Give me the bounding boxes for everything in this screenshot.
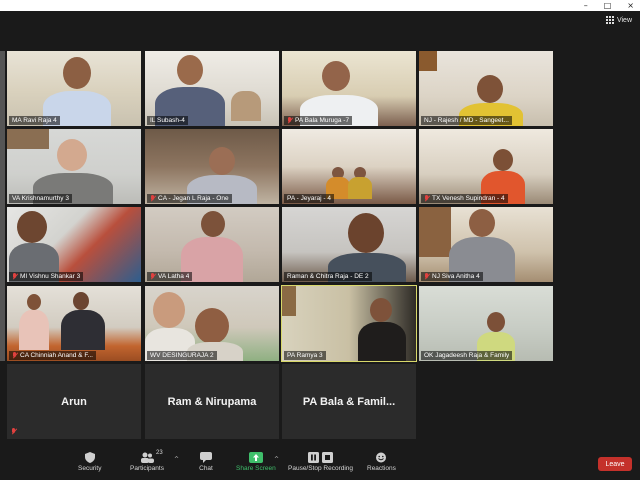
- security-label: Security: [78, 465, 102, 472]
- leave-button[interactable]: Leave: [598, 457, 632, 471]
- close-icon[interactable]: ×: [627, 0, 634, 11]
- window-controls: – □ ×: [584, 0, 634, 11]
- participant-name: TX Venesh Supindran - 4: [432, 195, 505, 202]
- participants-count: 23: [156, 450, 163, 456]
- participant-name: IL Subash-4: [150, 117, 185, 124]
- participant-display-name: Ram & Nirupama: [167, 395, 257, 408]
- video-tile[interactable]: VA Latha 4: [145, 207, 279, 282]
- camera-off-tile[interactable]: Ram & Nirupama: [145, 364, 279, 439]
- mic-muted-icon: [150, 273, 156, 280]
- participant-name: WV DESINGURAJA 2: [150, 352, 214, 359]
- participant-name: Raman & Chitra Raja - DE 2: [287, 273, 369, 280]
- participant-name-tag: MI Vishnu Shankar 3: [9, 272, 84, 281]
- pause-stop-recording-button[interactable]: Pause/Stop Recording: [288, 452, 353, 472]
- participant-name: NJ Siva Anitha 4: [432, 273, 480, 280]
- video-tile[interactable]: TX Venesh Supindran - 4: [419, 129, 553, 204]
- participant-name: MA Ravi Raja 4: [12, 117, 57, 124]
- video-tile[interactable]: CA Chinniah Anand & F...: [7, 286, 141, 361]
- participant-name: CA - Jegan L Raja - One: [158, 195, 229, 202]
- video-tile[interactable]: MI Vishnu Shankar 3: [7, 207, 141, 282]
- grid-view-icon: [605, 16, 614, 24]
- participants-icon: [140, 452, 154, 463]
- video-tile[interactable]: CA - Jegan L Raja - One: [145, 129, 279, 204]
- view-button[interactable]: View: [605, 16, 632, 24]
- participant-name: PA Ramya 3: [287, 352, 323, 359]
- participant-name: OK Jagadeesh Raja & Family: [424, 352, 510, 359]
- window-titlebar: – □ ×: [0, 0, 640, 11]
- video-tile[interactable]: MA Ravi Raja 4: [7, 51, 141, 126]
- mic-muted-icon: [150, 195, 156, 202]
- participant-name-tag: CA - Jegan L Raja - One: [147, 194, 232, 203]
- participant-name: PA - Jeyaraj - 4: [287, 195, 331, 202]
- video-tile[interactable]: PA - Jeyaraj - 4: [282, 129, 416, 204]
- pause-stop-icon: [307, 452, 333, 463]
- participants-label: Participants: [130, 465, 164, 472]
- participant-name: CA Chinniah Anand & F...: [20, 352, 93, 359]
- participant-name: PA Bala Muruga -7: [295, 117, 350, 124]
- mic-muted-icon: [11, 428, 17, 435]
- participant-name-tag: VA Krishnamurthy 3: [9, 194, 72, 203]
- view-button-label: View: [616, 16, 632, 24]
- maximize-icon[interactable]: □: [604, 0, 612, 11]
- share-screen-icon: [248, 452, 263, 463]
- participant-name-tag: OK Jagadeesh Raja & Family: [421, 351, 513, 360]
- participants-button[interactable]: 23 Participants: [130, 450, 164, 472]
- participant-name-tag: CA Chinniah Anand & F...: [9, 351, 96, 360]
- camera-off-tile[interactable]: Arun: [7, 364, 141, 439]
- participant-display-name: Arun: [61, 395, 87, 408]
- video-tile[interactable]: PA Bala Muruga -7: [282, 51, 416, 126]
- participant-name: VA Krishnamurthy 3: [12, 195, 69, 202]
- chat-icon: [200, 452, 212, 463]
- share-screen-label: Share Screen: [236, 465, 276, 472]
- recording-label: Pause/Stop Recording: [288, 465, 354, 472]
- chat-button[interactable]: Chat: [199, 452, 213, 472]
- participant-name-tag: TX Venesh Supindran - 4: [421, 194, 508, 203]
- chat-label: Chat: [199, 465, 213, 472]
- video-tile-active-speaker[interactable]: PA Ramya 3: [281, 285, 417, 362]
- share-screen-button[interactable]: Share Screen: [236, 452, 276, 472]
- participant-name-tag: NJ Siva Anitha 4: [421, 272, 483, 281]
- video-tile[interactable]: OK Jagadeesh Raja & Family: [419, 286, 553, 361]
- shield-icon: [84, 452, 95, 463]
- video-tile[interactable]: WV DESINGURAJA 2: [145, 286, 279, 361]
- security-button[interactable]: Security: [78, 452, 101, 472]
- participant-name: NJ - Rajesh / MD - Sangeet...: [424, 117, 509, 124]
- participant-name-tag: MA Ravi Raja 4: [9, 116, 60, 125]
- mic-muted-icon: [424, 273, 430, 280]
- video-tile[interactable]: VA Krishnamurthy 3: [7, 129, 141, 204]
- participant-name-tag: WV DESINGURAJA 2: [147, 351, 217, 360]
- mic-muted-icon: [424, 195, 430, 202]
- minimize-icon[interactable]: –: [584, 0, 588, 11]
- participant-name-tag: NJ - Rajesh / MD - Sangeet...: [421, 116, 512, 125]
- meeting-toolbar: Security 23 Participants ^ Chat Share Sc…: [0, 448, 640, 480]
- participant-name-tag: PA - Jeyaraj - 4: [284, 194, 334, 203]
- mic-muted-icon: [12, 352, 18, 359]
- participants-caret-icon[interactable]: ^: [174, 456, 179, 463]
- reactions-button[interactable]: Reactions: [367, 452, 396, 472]
- share-screen-caret-icon[interactable]: ^: [274, 456, 279, 463]
- smiley-icon: [376, 452, 387, 463]
- participant-name-tag: Raman & Chitra Raja - DE 2: [284, 272, 372, 281]
- participant-name: VA Latha 4: [158, 273, 190, 280]
- participant-name-tag: VA Latha 4: [147, 272, 193, 281]
- mic-muted-icon: [12, 273, 18, 280]
- participant-name-tag: IL Subash-4: [147, 116, 188, 125]
- participant-name-tag: PA Bala Muruga -7: [284, 116, 353, 125]
- participant-name: MI Vishnu Shankar 3: [20, 273, 81, 280]
- participant-display-name: PA Bala & Famil...: [302, 395, 396, 408]
- video-tile[interactable]: Raman & Chitra Raja - DE 2: [282, 207, 416, 282]
- video-tile[interactable]: NJ Siva Anitha 4: [419, 207, 553, 282]
- video-tile[interactable]: IL Subash-4: [145, 51, 279, 126]
- reactions-label: Reactions: [367, 465, 396, 472]
- mic-muted-icon: [287, 117, 293, 124]
- video-tile[interactable]: NJ - Rajesh / MD - Sangeet...: [419, 51, 553, 126]
- participant-name-tag: PA Ramya 3: [284, 351, 326, 360]
- left-edge-tile-strip: [0, 51, 5, 361]
- camera-off-tile[interactable]: PA Bala & Famil...: [282, 364, 416, 439]
